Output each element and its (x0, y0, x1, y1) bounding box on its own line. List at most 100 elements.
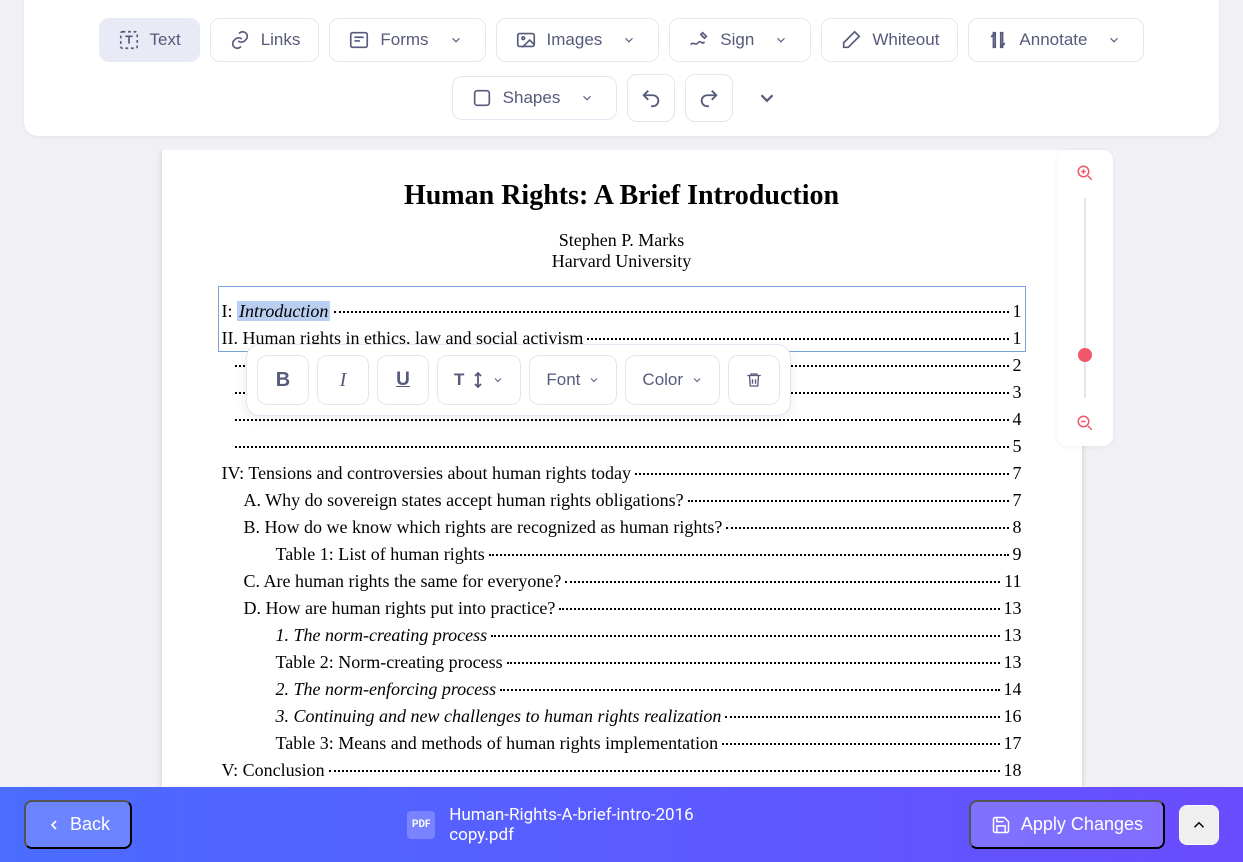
chevron-down-icon (576, 87, 598, 109)
font-size-icon: T (454, 370, 464, 390)
toc-leader (235, 446, 1009, 448)
toc-entry[interactable]: B. How do we know which rights are recog… (222, 514, 1022, 540)
eraser-icon (840, 29, 862, 51)
pdf-page[interactable]: Human Rights: A Brief Introduction Steph… (162, 150, 1082, 787)
file-info: PDF Human-Rights-A-brief-intro-2016 copy… (407, 805, 693, 845)
toc-entry[interactable]: IV: Tensions and controversies about hum… (222, 460, 1022, 486)
zoom-slider-thumb[interactable] (1078, 348, 1092, 362)
toc-leader (635, 473, 1009, 475)
toc-leader (725, 716, 999, 718)
toc-label: I: Introduction (222, 298, 331, 324)
text-tool-label: Text (150, 30, 181, 50)
font-color-button[interactable]: Color (625, 355, 720, 405)
toc-page: 7 (1013, 487, 1022, 513)
toc-label: 1. The norm-creating process (276, 622, 488, 648)
toc-leader (329, 770, 1000, 772)
delete-text-button[interactable] (728, 355, 780, 405)
toc-label: 2. The norm-enforcing process (276, 676, 497, 702)
save-icon (991, 815, 1011, 835)
forms-icon (348, 29, 370, 51)
toc-page: 1 (1013, 298, 1022, 324)
chevron-left-icon (46, 817, 62, 833)
toc-entry[interactable]: Table 2: Norm-creating process13 (222, 649, 1022, 675)
toc-leader (491, 635, 999, 637)
main-toolbar: Text Links Forms Images Sign Whiteout An… (24, 0, 1219, 136)
font-family-button[interactable]: Font (529, 355, 617, 405)
apply-changes-button[interactable]: Apply Changes (969, 800, 1165, 849)
toc-label: V: Conclusion (222, 757, 325, 783)
bold-button[interactable]: B (257, 355, 309, 405)
toc-label: 3. Continuing and new challenges to huma… (276, 703, 722, 729)
link-icon (229, 29, 251, 51)
italic-button[interactable]: I (317, 355, 369, 405)
toc-leader (726, 527, 1008, 529)
zoom-in-button[interactable] (1076, 164, 1094, 182)
filename-line1: Human-Rights-A-brief-intro-2016 (449, 805, 693, 825)
chevron-down-icon (770, 29, 792, 51)
toc-page: 1 (1013, 325, 1022, 351)
chevron-down-icon (588, 374, 600, 386)
toc-page: 3 (1013, 379, 1022, 405)
document-affiliation: Harvard University (222, 251, 1022, 272)
undo-icon (640, 87, 662, 109)
undo-button[interactable] (627, 74, 675, 122)
apply-label: Apply Changes (1021, 814, 1143, 835)
toc-label: IV: Tensions and controversies about hum… (222, 460, 632, 486)
sign-tool-button[interactable]: Sign (669, 18, 811, 62)
back-button[interactable]: Back (24, 800, 132, 849)
toc-page: 13 (1004, 595, 1022, 621)
shapes-tool-button[interactable]: Shapes (452, 76, 618, 120)
toc-entry[interactable]: C. Are human rights the same for everyon… (222, 568, 1022, 594)
collapse-toolbar-button[interactable] (743, 74, 791, 122)
images-tool-button[interactable]: Images (496, 18, 660, 62)
toc-entry[interactable]: D. How are human rights put into practic… (222, 595, 1022, 621)
toc-entry[interactable]: x5 (222, 433, 1022, 459)
document-title: Human Rights: A Brief Introduction (222, 180, 1022, 212)
font-size-button[interactable]: T (437, 355, 521, 405)
sign-icon (688, 29, 710, 51)
redo-button[interactable] (685, 74, 733, 122)
zoom-out-button[interactable] (1076, 414, 1094, 432)
toc-leader (565, 581, 1000, 583)
toc-page: 4 (1013, 406, 1022, 432)
shapes-tool-label: Shapes (503, 88, 561, 108)
toc-entry[interactable]: I: Introduction 1 (222, 298, 1022, 324)
toc-page: 7 (1013, 460, 1022, 486)
toc-label: Table 1: List of human rights (276, 541, 485, 567)
toc-page: 13 (1004, 622, 1022, 648)
chevron-down-icon (756, 87, 778, 109)
images-tool-label: Images (547, 30, 603, 50)
toc-label: B. How do we know which rights are recog… (244, 514, 723, 540)
sign-tool-label: Sign (720, 30, 754, 50)
toc-page: 8 (1013, 514, 1022, 540)
toc-label: A. Why do sovereign states accept human … (244, 487, 684, 513)
underline-button[interactable]: U (377, 355, 429, 405)
toc-entry[interactable]: 3. Continuing and new challenges to huma… (222, 703, 1022, 729)
chevron-down-icon (618, 29, 640, 51)
toc-label: D. How are human rights put into practic… (244, 595, 556, 621)
zoom-slider-track[interactable] (1084, 198, 1086, 398)
annotate-tool-button[interactable]: Annotate (968, 18, 1144, 62)
toc-entry[interactable]: 1. The norm-creating process 13 (222, 622, 1022, 648)
forms-tool-button[interactable]: Forms (329, 18, 485, 62)
toc-entry[interactable]: A. Why do sovereign states accept human … (222, 487, 1022, 513)
toc-leader (235, 419, 1009, 421)
whiteout-tool-button[interactable]: Whiteout (821, 18, 958, 62)
toc-entry[interactable]: 2. The norm-enforcing process14 (222, 676, 1022, 702)
toc-leader (507, 662, 1000, 664)
pdf-badge-icon: PDF (407, 811, 435, 839)
toc-leader (587, 338, 1008, 340)
toc-leader (688, 500, 1009, 502)
toc-entry[interactable]: V: Conclusion 18 (222, 757, 1022, 783)
text-tool-button[interactable]: Text (99, 18, 200, 62)
toc-page: 11 (1004, 568, 1021, 594)
toc-page: 9 (1013, 541, 1022, 567)
toc-page: 18 (1004, 757, 1022, 783)
toc-label: Table 2: Norm-creating process (276, 649, 503, 675)
image-icon (515, 29, 537, 51)
chevron-down-icon (445, 29, 467, 51)
toc-entry[interactable]: Table 1: List of human rights 9 (222, 541, 1022, 567)
scroll-to-top-button[interactable] (1179, 805, 1219, 845)
toc-entry[interactable]: Table 3: Means and methods of human righ… (222, 730, 1022, 756)
links-tool-button[interactable]: Links (210, 18, 320, 62)
